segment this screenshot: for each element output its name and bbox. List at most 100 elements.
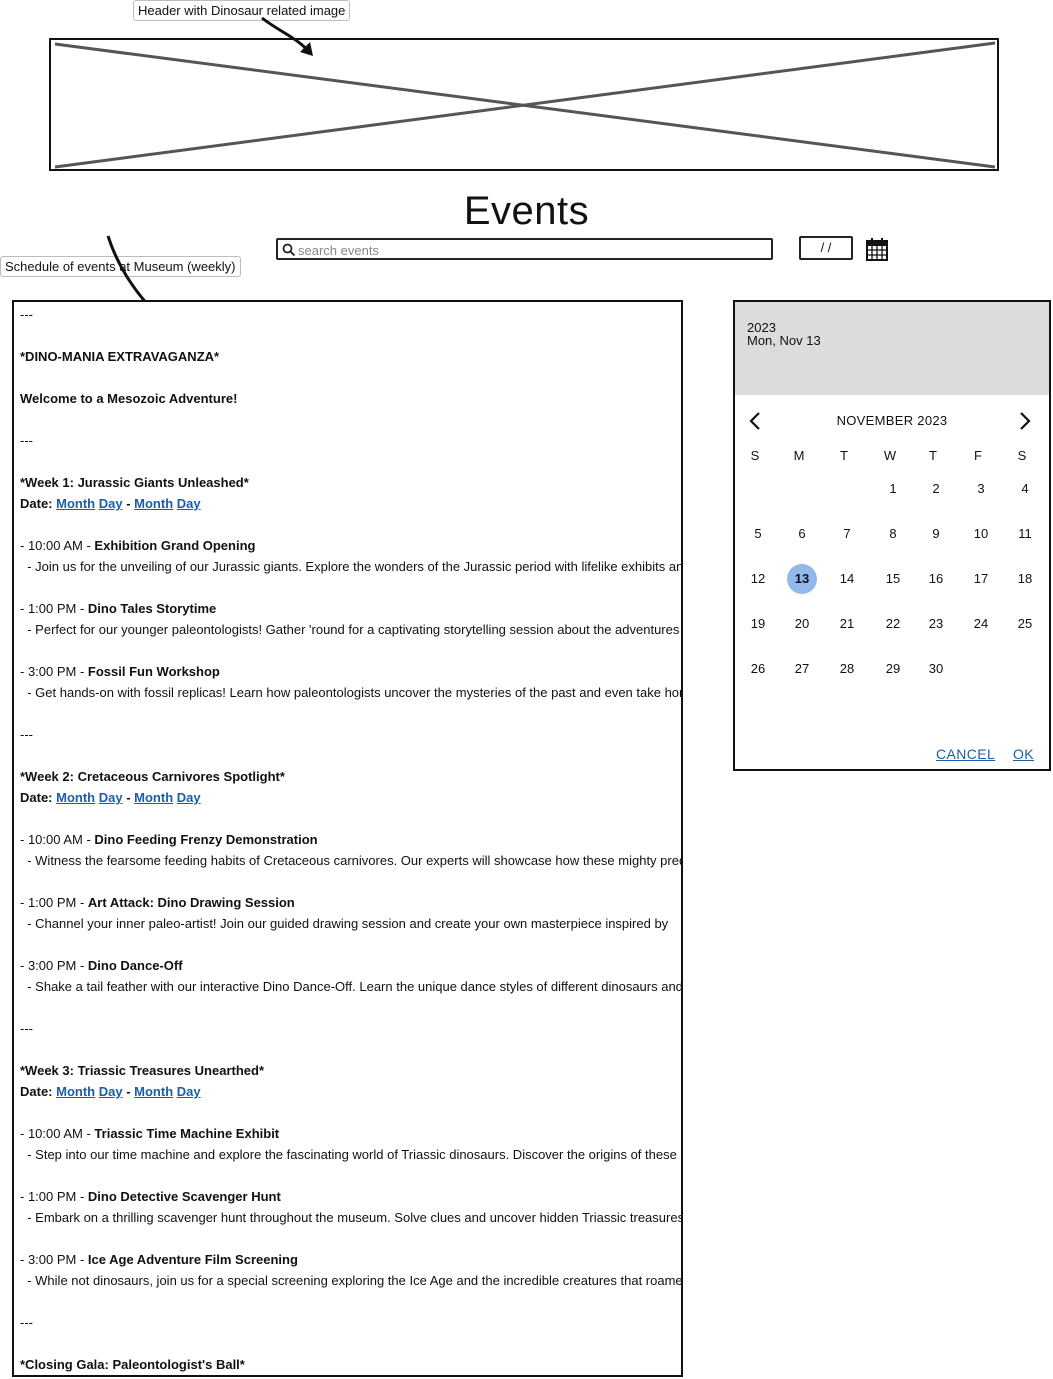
event-description: - Get hands-on with fossil replicas! Lea… [20,685,683,700]
calendar-day[interactable]: 17 [966,564,996,594]
event-description: - Channel your inner paleo-artist! Join … [20,916,669,931]
event-title: Exhibition Grand Opening [94,538,256,553]
date-day-link[interactable]: Day [177,790,201,805]
event-item: - 3:00 PM - Dino Dance-Off [20,957,183,974]
event-title: Fossil Fun Workshop [87,664,220,679]
calendar-day[interactable]: 16 [921,564,951,594]
chevron-right-icon[interactable] [1017,410,1033,432]
header-image-placeholder [49,38,999,171]
calendar-day[interactable]: 14 [832,564,862,594]
calendar-day[interactable]: 11 [1010,519,1040,549]
event-time: - 3:00 PM - [20,664,88,679]
date-day-link[interactable]: Day [99,496,123,511]
calendar-day[interactable]: 3 [966,474,996,504]
event-description: - Witness the fearsome feeding habits of… [20,853,683,868]
event-item: - 10:00 AM - Dino Feeding Frenzy Demonst… [20,831,318,848]
calendar-day[interactable]: 24 [966,609,996,639]
schedule-heading: *Week 1: Jurassic Giants Unleashed* [20,475,249,490]
event-item: - 1:00 PM - Dino Detective Scavenger Hun… [20,1188,281,1205]
date-day-link[interactable]: Day [99,1084,123,1099]
calendar-day[interactable]: 25 [1010,609,1040,639]
week-date-range: Date: Month Day - Month Day [20,789,201,806]
date-month-link[interactable]: Month [134,790,173,805]
month-label: NOVEMBER 2023 [836,413,948,428]
date-day-link[interactable]: Day [99,790,123,805]
calendar-day[interactable]: 15 [878,564,908,594]
calendar-icon[interactable] [866,237,888,261]
schedule-heading: Welcome to a Mesozoic Adventure! [20,391,238,406]
event-time: - 10:00 AM - [20,538,95,553]
week-date-range: Date: Month Day - Month Day [20,495,201,512]
calendar-day[interactable]: 12 [743,564,773,594]
search-input[interactable] [298,241,758,259]
event-description: - Step into our time machine and explore… [20,1147,677,1162]
calendar-day[interactable]: 1 [878,474,908,504]
event-schedule-panel[interactable]: --- *DINO-MANIA EXTRAVAGANZA* Welcome to a… [12,300,683,1377]
date-day-link[interactable]: Day [177,1084,201,1099]
date-month-link[interactable]: Month [134,1084,173,1099]
date-prefix: Date: [20,496,57,511]
calendar-day[interactable]: 20 [787,609,817,639]
calendar-day[interactable]: 26 [743,654,773,684]
date-month-link[interactable]: Month [56,790,95,805]
section-divider: --- [20,1315,33,1330]
schedule-heading: *Closing Gala: Paleontologist's Ball* [20,1357,245,1372]
date-input[interactable]: / / [799,236,853,260]
date-month-link[interactable]: Month [56,1084,95,1099]
cancel-button[interactable]: CANCEL [936,746,995,762]
event-item: - 3:00 PM - Ice Age Adventure Film Scree… [20,1251,298,1268]
calendar-day[interactable]: 27 [787,654,817,684]
event-description: - While not dinosaurs, join us for a spe… [20,1273,683,1288]
image-placeholder-icon [54,41,996,169]
date-month-link[interactable]: Month [56,496,95,511]
calendar-day[interactable]: 28 [832,654,862,684]
calendar-day[interactable]: 30 [921,654,951,684]
calendar-day[interactable]: 29 [878,654,908,684]
schedule-heading: *DINO-MANIA EXTRAVAGANZA* [20,349,220,364]
date-prefix: Date: [20,1084,57,1099]
event-title: Dino Feeding Frenzy Demonstration [94,832,318,847]
calendar-day[interactable]: 9 [921,519,951,549]
ok-button[interactable]: OK [1013,746,1034,762]
calendar-day[interactable]: 23 [921,609,951,639]
calendar-day[interactable]: 5 [743,519,773,549]
weekday-header: S [750,448,760,463]
date-prefix: Date: [20,790,57,805]
search-icon [282,243,296,257]
weekday-header: T [840,448,848,463]
event-title: Dino Dance-Off [87,958,183,973]
event-time: - 10:00 AM - [20,832,95,847]
calendar-day[interactable]: 4 [1010,474,1040,504]
calendar-day[interactable]: 6 [787,519,817,549]
schedule-heading: *Week 3: Triassic Treasures Unearthed* [20,1063,264,1078]
weekday-header: T [929,448,937,463]
date-day-link[interactable]: Day [177,496,201,511]
calendar-day[interactable]: 18 [1010,564,1040,594]
section-divider: --- [20,1021,33,1036]
event-title: Dino Detective Scavenger Hunt [87,1189,281,1204]
event-description: - Shake a tail feather with our interact… [20,979,683,994]
calendar-day[interactable]: 19 [743,609,773,639]
date-month-link[interactable]: Month [134,496,173,511]
date-picker: 2023 Mon, Nov 13 NOVEMBER 2023 SMTWTFS12… [733,300,1051,771]
section-divider: --- [20,727,33,742]
date-range-separator: - [122,790,135,805]
calendar-day[interactable]: 21 [832,609,862,639]
calendar-day[interactable]: 2 [921,474,951,504]
event-item: - 10:00 AM - Triassic Time Machine Exhib… [20,1125,279,1142]
calendar-day[interactable]: 7 [832,519,862,549]
calendar-day-selected[interactable]: 13 [787,564,817,594]
event-title: Ice Age Adventure Film Screening [87,1252,298,1267]
calendar-day[interactable]: 22 [878,609,908,639]
event-description: - Embark on a thrilling scavenger hunt t… [20,1210,683,1225]
date-range-separator: - [122,1084,135,1099]
event-title: Triassic Time Machine Exhibit [94,1126,280,1141]
search-box[interactable] [276,238,773,260]
weekday-header: M [793,448,805,463]
event-item: - 10:00 AM - Exhibition Grand Opening [20,537,255,554]
calendar-day[interactable]: 10 [966,519,996,549]
event-time: - 10:00 AM - [20,1126,95,1141]
event-time: - 3:00 PM - [20,1252,88,1267]
calendar-day[interactable]: 8 [878,519,908,549]
weekday-header: S [1017,448,1027,463]
